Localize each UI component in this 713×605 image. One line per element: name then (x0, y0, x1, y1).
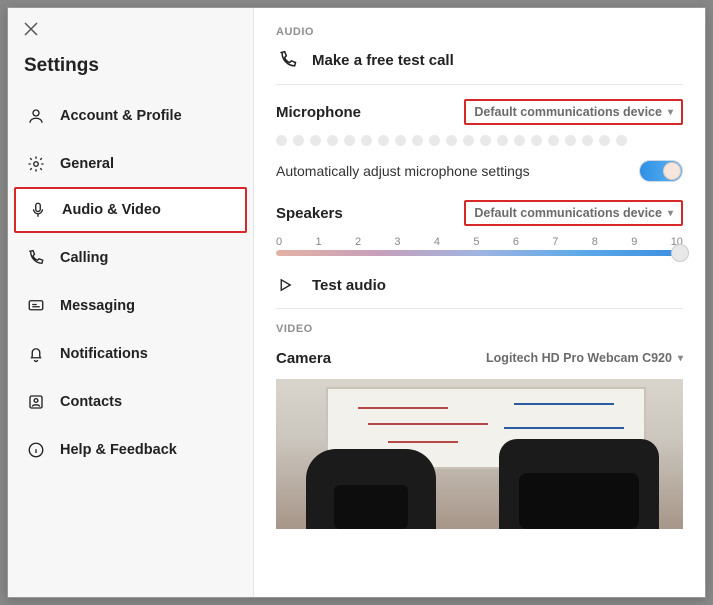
main-panel: AUDIO Make a free test call Microphone D… (254, 8, 705, 597)
sidebar-item-notifications[interactable]: Notifications (8, 329, 253, 377)
close-icon[interactable] (24, 22, 38, 36)
toggle-knob (663, 162, 681, 180)
microphone-level-meter (276, 135, 683, 146)
sidebar: Settings Account & Profile General Audio… (8, 8, 254, 597)
nav-list: Account & Profile General Audio & Video … (8, 91, 253, 473)
phone-outgoing-icon (276, 50, 300, 70)
audio-section-label: AUDIO (276, 26, 683, 38)
sidebar-item-general[interactable]: General (8, 139, 253, 187)
sidebar-item-calling[interactable]: Calling (8, 233, 253, 281)
play-icon (276, 276, 300, 294)
make-test-call-button[interactable]: Make a free test call (276, 50, 683, 70)
auto-adjust-mic-toggle[interactable] (639, 160, 683, 182)
chevron-down-icon: ▾ (668, 107, 673, 118)
phone-icon (24, 249, 48, 267)
sidebar-item-help-feedback[interactable]: Help & Feedback (8, 425, 253, 473)
sidebar-item-label: Contacts (60, 394, 122, 410)
sidebar-item-messaging[interactable]: Messaging (8, 281, 253, 329)
chevron-down-icon: ▾ (668, 208, 673, 219)
user-icon (24, 107, 48, 125)
sidebar-item-label: Calling (60, 250, 108, 266)
microphone-icon (26, 201, 50, 219)
sidebar-item-label: Help & Feedback (60, 442, 177, 458)
test-audio-label: Test audio (312, 277, 386, 294)
slider-thumb[interactable] (671, 244, 689, 262)
sidebar-item-label: General (60, 156, 114, 172)
auto-adjust-mic-label: Automatically adjust microphone settings (276, 163, 530, 179)
message-icon (24, 297, 48, 315)
test-audio-button[interactable]: Test audio (276, 276, 683, 294)
speakers-label: Speakers (276, 205, 343, 222)
sidebar-item-account-profile[interactable]: Account & Profile (8, 91, 253, 139)
camera-label: Camera (276, 350, 331, 367)
camera-dropdown[interactable]: Logitech HD Pro Webcam C920 ▾ (486, 347, 683, 369)
sidebar-item-label: Notifications (60, 346, 148, 362)
sidebar-item-label: Audio & Video (62, 202, 161, 218)
speaker-volume-slider[interactable] (276, 250, 683, 256)
sidebar-item-label: Account & Profile (60, 108, 182, 124)
divider (276, 84, 683, 85)
video-section-label: VIDEO (276, 323, 683, 335)
chevron-down-icon: ▾ (678, 353, 683, 364)
microphone-label: Microphone (276, 104, 361, 121)
microphone-selected: Default communications device (474, 105, 662, 119)
bell-icon (24, 345, 48, 363)
sidebar-item-audio-video[interactable]: Audio & Video (14, 187, 247, 233)
divider (276, 308, 683, 309)
camera-preview (276, 379, 683, 529)
microphone-dropdown[interactable]: Default communications device ▾ (464, 99, 683, 125)
contacts-icon (24, 393, 48, 411)
speakers-dropdown[interactable]: Default communications device ▾ (464, 200, 683, 226)
sidebar-item-contacts[interactable]: Contacts (8, 377, 253, 425)
page-title: Settings (8, 41, 253, 91)
info-icon (24, 441, 48, 459)
speakers-selected: Default communications device (474, 206, 662, 220)
sidebar-item-label: Messaging (60, 298, 135, 314)
camera-selected: Logitech HD Pro Webcam C920 (486, 351, 672, 365)
settings-window: Settings Account & Profile General Audio… (7, 7, 706, 598)
gear-icon (24, 155, 48, 173)
make-test-call-label: Make a free test call (312, 52, 454, 69)
speaker-volume-scale: 0 1 2 3 4 5 6 7 8 9 10 (276, 236, 683, 248)
